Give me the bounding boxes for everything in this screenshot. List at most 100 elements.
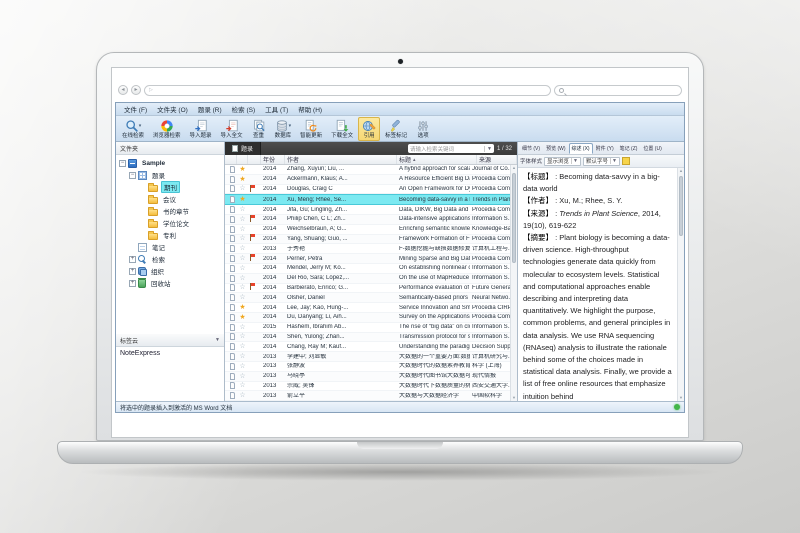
tree-item[interactable]: −题录 bbox=[116, 169, 224, 181]
star-gray-icon[interactable]: ☆ bbox=[237, 343, 248, 350]
table-row[interactable]: ☆2014Weichselbraun, A; G...Enriching sem… bbox=[225, 225, 510, 235]
detail-scrollbar[interactable]: ▲ ▼ bbox=[677, 168, 684, 401]
star-gray-icon[interactable]: ☆ bbox=[237, 216, 248, 223]
tree-item[interactable]: +回收站 bbox=[116, 277, 224, 289]
star-gold-icon[interactable]: ★ bbox=[237, 176, 248, 183]
col-year[interactable]: 年份 bbox=[261, 155, 285, 164]
table-row[interactable]: ☆2015Hashem, Ibrahim Ab...The rise of “b… bbox=[225, 323, 510, 333]
star-gold-icon[interactable]: ★ bbox=[237, 304, 248, 311]
tree-item[interactable]: 笔记 bbox=[116, 241, 224, 253]
list-scrollbar[interactable]: ▲ ▼ bbox=[510, 165, 517, 401]
star-gray-icon[interactable]: ☆ bbox=[237, 363, 248, 370]
detail-tab[interactable]: 笔记 (Z) bbox=[617, 143, 641, 154]
keyword-search-combo[interactable]: 请输入检索关键词 ▼ bbox=[408, 144, 494, 153]
star-gray-icon[interactable]: ☆ bbox=[237, 333, 248, 340]
table-row[interactable]: ☆2014Barbierato, Enrico; G...Performance… bbox=[225, 284, 510, 294]
scrollbar-thumb[interactable] bbox=[512, 173, 516, 263]
table-row[interactable]: ☆2013李建中; 刘显敏大数据的一个重要方面:数据可用性计算机研究与... bbox=[225, 352, 510, 362]
menu-item[interactable]: 帮助 (H) bbox=[293, 104, 327, 114]
expand-icon[interactable]: + bbox=[129, 280, 136, 287]
flag-icon[interactable] bbox=[248, 185, 261, 194]
tab-records[interactable]: 题录 bbox=[225, 142, 261, 155]
col-title[interactable]: 标题▴ bbox=[397, 155, 477, 164]
table-row[interactable]: ☆2014Del Rio, Sara; López,...On the use … bbox=[225, 274, 510, 284]
tree-item[interactable]: 书的章节 bbox=[116, 205, 224, 217]
star-gray-icon[interactable]: ☆ bbox=[237, 206, 248, 213]
chevron-down-icon[interactable]: ▼ bbox=[484, 146, 492, 152]
star-gray-icon[interactable]: ☆ bbox=[237, 294, 248, 301]
table-row[interactable]: ☆2014Mendel, Jerry M; Ko...On establishi… bbox=[225, 264, 510, 274]
table-row[interactable]: ★2014Lee, Jay; Kao, Hung-...Service Inno… bbox=[225, 303, 510, 313]
star-gray-icon[interactable]: ☆ bbox=[237, 226, 248, 233]
dropdown-caret-icon[interactable]: ▾ bbox=[139, 124, 142, 128]
table-row[interactable]: ★2014Zhang, Xuyun; Liu, ...A hybrid appr… bbox=[225, 165, 510, 175]
scroll-down-icon[interactable]: ▼ bbox=[511, 395, 517, 401]
tag-item[interactable]: NoteExpress bbox=[120, 350, 160, 357]
menu-item[interactable]: 检索 (S) bbox=[227, 104, 260, 114]
star-gray-icon[interactable]: ☆ bbox=[237, 324, 248, 331]
dropdown-caret-icon[interactable]: ▾ bbox=[289, 124, 292, 128]
flag-icon[interactable] bbox=[248, 254, 261, 263]
tree-item[interactable]: −Sample bbox=[116, 157, 224, 169]
collapse-icon[interactable]: − bbox=[119, 160, 126, 167]
highlight-color-icon[interactable] bbox=[622, 157, 630, 165]
options-button[interactable]: 选项 bbox=[412, 117, 434, 141]
detail-tab[interactable]: 附件 (Y) bbox=[593, 143, 617, 154]
star-gray-icon[interactable]: ☆ bbox=[237, 275, 248, 282]
star-gray-icon[interactable]: ☆ bbox=[237, 255, 248, 262]
star-gold-icon[interactable]: ★ bbox=[237, 196, 248, 203]
star-gray-icon[interactable]: ☆ bbox=[237, 185, 248, 192]
tree-item[interactable]: 会议 bbox=[116, 193, 224, 205]
table-row[interactable]: ☆2013张静波大数据时代的数据素养教育科学 (上海) bbox=[225, 362, 510, 372]
scroll-up-icon[interactable]: ▲ bbox=[678, 168, 684, 174]
detail-tab[interactable]: 位置 (U) bbox=[640, 143, 664, 154]
table-row[interactable]: ☆2014Shen, Yulong; Zhan...Transmission p… bbox=[225, 333, 510, 343]
star-gray-icon[interactable]: ☆ bbox=[237, 235, 248, 242]
scroll-up-icon[interactable]: ▲ bbox=[511, 165, 517, 171]
star-gold-icon[interactable]: ★ bbox=[237, 314, 248, 321]
table-row[interactable]: ★2014Xu, Meng; Rhee, Se...Becoming data-… bbox=[225, 194, 510, 205]
table-row[interactable]: ★2014Du, Danyang; Li, Aih...Survey on th… bbox=[225, 313, 510, 323]
menu-item[interactable]: 文件夹 (O) bbox=[152, 104, 193, 114]
star-gray-icon[interactable]: ☆ bbox=[237, 284, 248, 291]
tags-panel-header[interactable]: 标签云 ▼ bbox=[116, 334, 224, 347]
star-gray-icon[interactable]: ☆ bbox=[237, 353, 248, 360]
menu-item[interactable]: 题录 (R) bbox=[193, 104, 227, 114]
flag-icon[interactable] bbox=[248, 215, 261, 224]
table-row[interactable]: ☆2013俞立平大数据与大数据经济学中国软科学 bbox=[225, 391, 510, 401]
tag-cloud[interactable]: NoteExpress bbox=[116, 347, 224, 401]
star-gold-icon[interactable]: ★ bbox=[237, 166, 248, 173]
online-search-button[interactable]: ▾ 在线检索 bbox=[118, 117, 148, 141]
table-row[interactable]: ☆2013马晓亭大数据时代图书馆大数据可用性保障研究现代情报 bbox=[225, 372, 510, 382]
style-dropdown[interactable]: 显示浏览▼ bbox=[544, 157, 581, 166]
expand-icon[interactable]: + bbox=[129, 256, 136, 263]
forward-icon[interactable]: ▸ bbox=[131, 85, 141, 95]
col-flag[interactable] bbox=[248, 155, 261, 164]
import-records-button[interactable]: 导入题录 bbox=[186, 117, 216, 141]
table-row[interactable]: ☆2013宗威; 吴锋大数据时代下数据质量的挑战西安交通大学... bbox=[225, 382, 510, 392]
back-icon[interactable]: ◂ bbox=[118, 85, 128, 95]
download-fulltext-button[interactable]: 下载全文 bbox=[327, 117, 357, 141]
col-doc[interactable] bbox=[225, 155, 237, 164]
detail-tab[interactable]: 细节 (V) bbox=[519, 143, 543, 154]
star-gray-icon[interactable]: ☆ bbox=[237, 245, 248, 252]
browser-search-button[interactable]: 浏览器检索 bbox=[149, 117, 185, 141]
collapse-icon[interactable]: − bbox=[129, 172, 136, 179]
star-gray-icon[interactable]: ☆ bbox=[237, 265, 248, 272]
scroll-down-icon[interactable]: ▼ bbox=[678, 395, 684, 401]
tree-item[interactable]: 期刊 bbox=[116, 181, 224, 193]
table-row[interactable]: ☆2014Perner, PetraMining Sparse and Big … bbox=[225, 254, 510, 264]
menu-item[interactable]: 工具 (T) bbox=[260, 104, 293, 114]
smart-update-button[interactable]: 智能更新 bbox=[296, 117, 326, 141]
col-source[interactable]: 来源 bbox=[477, 155, 517, 164]
tag-mark-button[interactable]: 标签标记 bbox=[381, 117, 411, 141]
table-row[interactable]: ☆2014Philip Chen, C L; Zh...Data-intensi… bbox=[225, 215, 510, 225]
table-row[interactable]: ☆2013于秀艳F-数据挖掘与缺损数据修复-还原计算机工程与... bbox=[225, 244, 510, 254]
tree-item[interactable]: 专利 bbox=[116, 229, 224, 241]
table-row[interactable]: ☆2014Douglas, Craig CAn Open Framework f… bbox=[225, 185, 510, 195]
database-button[interactable]: ▾ 数据库 bbox=[271, 117, 296, 141]
table-row[interactable]: ★2014Ackermann, Klaus; A...A Resource Ef… bbox=[225, 175, 510, 185]
star-gray-icon[interactable]: ☆ bbox=[237, 373, 248, 380]
search-input[interactable] bbox=[554, 85, 682, 96]
table-row[interactable]: ☆2014Chang, Ray M; Kauf...Understanding … bbox=[225, 342, 510, 352]
